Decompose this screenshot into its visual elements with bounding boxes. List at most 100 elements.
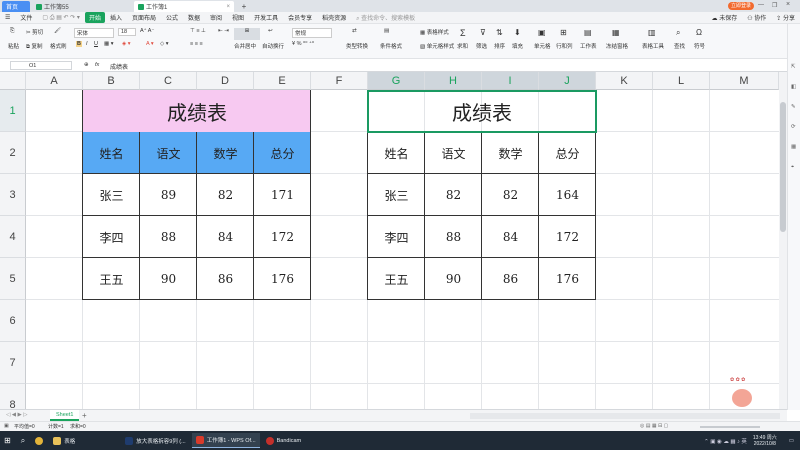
left-cell[interactable]: 李四 — [83, 216, 140, 258]
menu-file[interactable]: 文件 — [15, 13, 37, 22]
clear-icon[interactable]: ◇ ▾ — [160, 41, 169, 47]
menu-page-layout[interactable]: 页面布局 — [127, 13, 161, 22]
right-cell[interactable]: 82 — [482, 174, 539, 216]
fx-icon[interactable]: fx — [95, 62, 99, 68]
col-header-b[interactable]: B — [83, 72, 140, 90]
left-header-chinese[interactable]: 语文 — [140, 132, 197, 174]
right-header-total[interactable]: 总分 — [539, 132, 596, 174]
italic-button[interactable]: I — [86, 41, 88, 47]
notification-icon[interactable]: ▭ — [785, 433, 798, 448]
menu-insert[interactable]: 插入 — [105, 13, 127, 22]
spreadsheet-grid[interactable]: A B C D E F G H I J K L M 1 2 3 4 5 6 7 … — [0, 72, 779, 409]
freeze-button[interactable]: 冻结窗格 — [606, 42, 628, 50]
vertical-scrollbar[interactable] — [779, 72, 787, 409]
worksheet-button[interactable]: 工作表 — [580, 42, 597, 50]
minimize-icon[interactable]: — — [758, 2, 764, 8]
brush-icon[interactable]: 🖌 — [54, 28, 61, 34]
left-header-math[interactable]: 数学 — [197, 132, 254, 174]
select-all-corner[interactable] — [0, 72, 26, 90]
format-painter-button[interactable]: 格式刷 — [50, 42, 67, 50]
row-header-4[interactable]: 4 — [0, 216, 26, 258]
col-header-m[interactable]: M — [710, 72, 779, 90]
col-header-a[interactable]: A — [26, 72, 83, 90]
collab-button[interactable]: ⚇ 协作 — [742, 13, 771, 22]
sort-button[interactable]: 排序 — [494, 42, 505, 50]
select-icon[interactable]: ⇱ — [791, 64, 796, 70]
cell-selection[interactable] — [367, 90, 597, 133]
col-header-i[interactable]: I — [482, 72, 539, 90]
left-cell[interactable]: 82 — [197, 174, 254, 216]
quick-access-icons[interactable]: ▢ ⎙ ▤ ↶ ↷ ▾ — [37, 14, 85, 22]
left-cell[interactable]: 171 — [254, 174, 311, 216]
hamburger-icon[interactable]: ☰ — [0, 14, 15, 21]
clock[interactable]: 13:49 周六 2022/10/8 — [753, 434, 777, 447]
menu-home[interactable]: 开始 — [84, 12, 105, 23]
type-convert-icon[interactable]: ⇄ — [352, 28, 357, 34]
sheet-icon[interactable]: ▤ — [584, 28, 592, 37]
fill-color-icon[interactable]: ◈ ▾ — [122, 41, 131, 47]
taskbar-app-bandicam[interactable]: Bandicam — [262, 433, 305, 448]
cut-button[interactable]: ✂ 剪切 — [26, 28, 43, 36]
wrap-text-button[interactable]: 自动换行 — [262, 42, 284, 50]
sum-button[interactable]: 求和 — [457, 42, 468, 50]
bold-button[interactable]: B — [76, 41, 82, 47]
table-tools-icon[interactable]: ▥ — [648, 28, 656, 37]
font-size-select[interactable]: 18 — [118, 28, 136, 36]
menu-view[interactable]: 视图 — [227, 13, 249, 22]
row-header-1[interactable]: 1 — [0, 90, 26, 132]
menu-docer[interactable]: 稻壳资源 — [317, 13, 351, 22]
left-cell[interactable]: 176 — [254, 258, 311, 300]
row-header-7[interactable]: 7 — [0, 342, 26, 384]
merge-icon[interactable]: ⊞ — [234, 28, 260, 40]
right-cell[interactable]: 86 — [482, 258, 539, 300]
row-header-2[interactable]: 2 — [0, 132, 26, 174]
number-format-select[interactable]: 常规 — [292, 28, 332, 38]
left-table-title[interactable]: 成绩表 — [83, 90, 311, 132]
right-cell[interactable]: 82 — [425, 174, 482, 216]
menu-data[interactable]: 数据 — [183, 13, 205, 22]
cell-style-button[interactable]: ▧ 单元格样式 — [420, 42, 454, 50]
right-cell[interactable]: 李四 — [368, 216, 425, 258]
paste-icon[interactable]: ⎘ — [10, 28, 14, 35]
symbol-icon[interactable]: Ω — [696, 28, 702, 37]
left-header-name[interactable]: 姓名 — [83, 132, 140, 174]
font-color-icon[interactable]: A ▾ — [146, 41, 154, 47]
col-header-c[interactable]: C — [140, 72, 197, 90]
view-mode-icons[interactable]: ◎ ▤ ▦ ⊟ ▢ — [640, 423, 668, 429]
taskbar-app-photoshop[interactable]: 放大表格拆容9列 (... — [121, 433, 190, 448]
col-header-f[interactable]: F — [311, 72, 368, 90]
row-header-8[interactable]: 8 — [0, 384, 26, 409]
zoom-slider[interactable] — [700, 426, 760, 428]
right-cell[interactable]: 90 — [425, 258, 482, 300]
share-button[interactable]: ⇪ 分享 — [771, 13, 800, 22]
grid-tool-icon[interactable]: ▦ — [791, 144, 796, 150]
left-cell[interactable]: 172 — [254, 216, 311, 258]
close-icon[interactable]: × — [226, 4, 230, 10]
copy-button[interactable]: ⧉ 复制 — [26, 42, 42, 51]
fill-button[interactable]: 填充 — [512, 42, 523, 50]
col-header-e[interactable]: E — [254, 72, 311, 90]
right-cell[interactable]: 王五 — [368, 258, 425, 300]
close-window-icon[interactable]: × — [786, 1, 790, 8]
horizontal-scrollbar[interactable] — [470, 413, 780, 419]
col-header-l[interactable]: L — [653, 72, 710, 90]
cell-button[interactable]: 单元格 — [534, 42, 551, 50]
sort-icon[interactable]: ⇅ — [496, 28, 503, 37]
border-icon[interactable]: ▦ ▾ — [104, 41, 114, 47]
col-header-d[interactable]: D — [197, 72, 254, 90]
filter-icon[interactable]: ⊽ — [480, 28, 486, 37]
align-top-icon[interactable]: ⊤ ≡ ⊥ — [190, 28, 206, 34]
col-header-g[interactable]: G — [368, 72, 425, 90]
table-tools-button[interactable]: 表格工具 — [642, 42, 664, 50]
tab-home[interactable]: 首页 — [2, 1, 30, 12]
menu-formula[interactable]: 公式 — [161, 13, 183, 22]
style-icon[interactable]: ◧ — [791, 84, 796, 90]
search-taskbar-icon[interactable]: ⌕ — [17, 433, 29, 448]
right-cell[interactable]: 88 — [425, 216, 482, 258]
formula-input[interactable]: 成绩表 — [110, 62, 128, 71]
menu-member[interactable]: 会员专享 — [283, 13, 317, 22]
left-cell[interactable]: 84 — [197, 216, 254, 258]
rowcol-button[interactable]: 行和列 — [556, 42, 573, 50]
right-header-name[interactable]: 姓名 — [368, 132, 425, 174]
system-tray-icons[interactable]: ⌃ ▣ ◉ ☁ ▦ ♪ 英 — [700, 433, 751, 448]
